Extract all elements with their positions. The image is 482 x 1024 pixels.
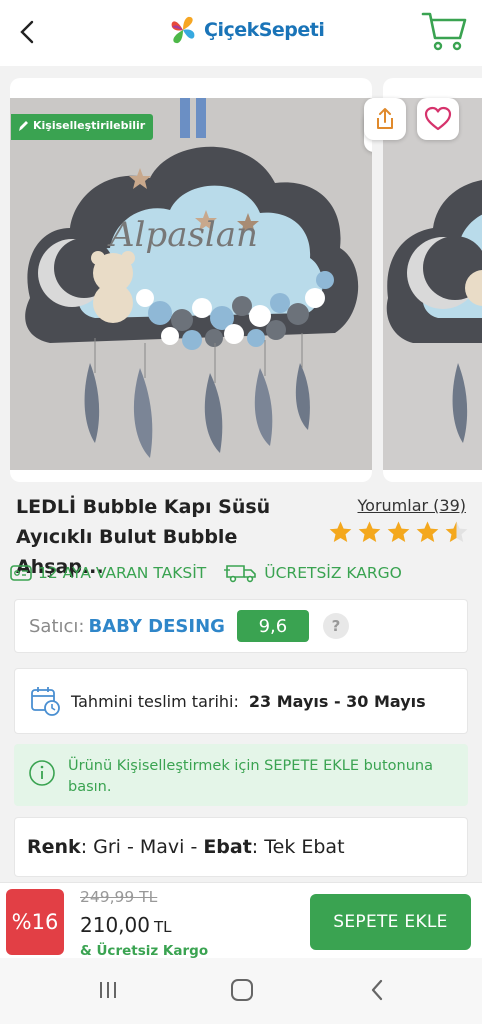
reviews-link[interactable]: Yorumlar (39) [358,496,467,515]
home-icon[interactable] [230,978,254,1002]
star-icon [329,521,352,542]
size-value: Tek Ebat [264,836,345,858]
discount-badge: %16 [6,889,64,955]
add-to-cart-button[interactable]: SEPETE EKLE [310,894,471,950]
color-value: Gri - Mavi [93,836,185,858]
share-button[interactable] [364,98,406,140]
free-shipping-feature: ÜCRETSİZ KARGO [224,563,402,583]
star-icon [416,521,439,542]
seller-name[interactable]: BABY DESING [88,616,224,637]
feature-strip: 12 AYA VARAN TAKSİT ÜCRETSİZ KARGO [10,560,420,586]
back-button[interactable] [14,16,42,48]
color-label: Renk [27,836,81,858]
system-navigation-bar [0,958,482,1024]
product-illustration: Alpaslan [10,98,372,470]
notice-text-line2: basın. [68,779,112,795]
purchase-bar: %16 249,99 TL 210,00 TL & Ücretsiz Kargo … [0,882,482,959]
product-title-line1: LEDLİ Bubble Kapı Süsü [16,496,271,518]
flower-logo-icon [171,16,195,44]
product-image-card[interactable]: Alpaslan Kişiselleştirilebilir [10,78,372,482]
currency: TL [153,918,172,936]
new-price: 210,00 TL [80,913,172,937]
product-illustration-next [383,98,482,470]
top-bar: ÇiçekSepeti [0,0,482,66]
old-price: 249,99 TL [80,888,158,906]
recent-apps-icon[interactable] [96,978,120,1002]
cart-icon [421,12,467,51]
cart-button[interactable] [420,10,468,52]
installment-feature: 12 AYA VARAN TAKSİT [10,564,206,582]
personalizable-badge: Kişiselleştirilebilir [11,114,154,140]
variant-separator: - [190,836,198,858]
size-label: Ebat [203,836,252,858]
star-icon [445,521,468,542]
installment-text: 12 AYA VARAN TAKSİT [38,564,207,582]
truck-icon [224,565,257,583]
seller-score-badge: 9,6 [236,610,309,642]
variant-selector[interactable]: Renk: Gri - Mavi - Ebat: Tek Ebat [14,817,468,877]
personalized-name-text: Alpaslan [107,215,258,255]
notice-text-line1: Ürünü Kişiselleştirmek için SEPETE EKLE … [68,758,434,774]
share-icon [377,108,393,129]
brand-name: ÇiçekSepeti [204,19,325,41]
star-icon [387,521,410,542]
seller-box[interactable]: Satıcı: BABY DESING 9,6 ? [14,599,468,653]
help-icon[interactable]: ? [322,613,349,639]
info-icon [29,760,55,786]
new-price-value: 210,00 [80,913,150,937]
badge-label: Kişiselleştirilebilir [33,119,146,132]
delivery-label: Tahmini teslim tarihi: [71,691,239,711]
free-cargo-note: & Ücretsiz Kargo [80,943,209,959]
rating-stars[interactable] [328,520,469,545]
card-icon [10,565,32,581]
calendar-clock-icon [31,687,60,716]
chevron-left-icon [20,20,34,44]
brand-logo[interactable]: ÇiçekSepeti [166,12,325,48]
product-photo-next [383,98,482,470]
free-shipping-text: ÜCRETSİZ KARGO [264,564,402,582]
product-photo: Alpaslan [10,98,372,470]
image-carousel[interactable]: Alpaslan Kişiselleştirilebilir [0,66,482,486]
delivery-dates: 23 Mayıs - 30 Mayıs [248,691,426,711]
star-icon [358,521,381,542]
delivery-box: Tahmini teslim tarihi: 23 Mayıs - 30 May… [14,668,468,734]
system-back-icon[interactable] [366,978,390,1002]
favorite-button[interactable] [417,98,459,140]
pencil-icon [19,121,28,131]
seller-label: Satıcı: [29,615,85,637]
heart-icon [424,106,452,131]
personalization-notice: Ürünü Kişiselleştirmek için SEPETE EKLE … [14,744,468,806]
